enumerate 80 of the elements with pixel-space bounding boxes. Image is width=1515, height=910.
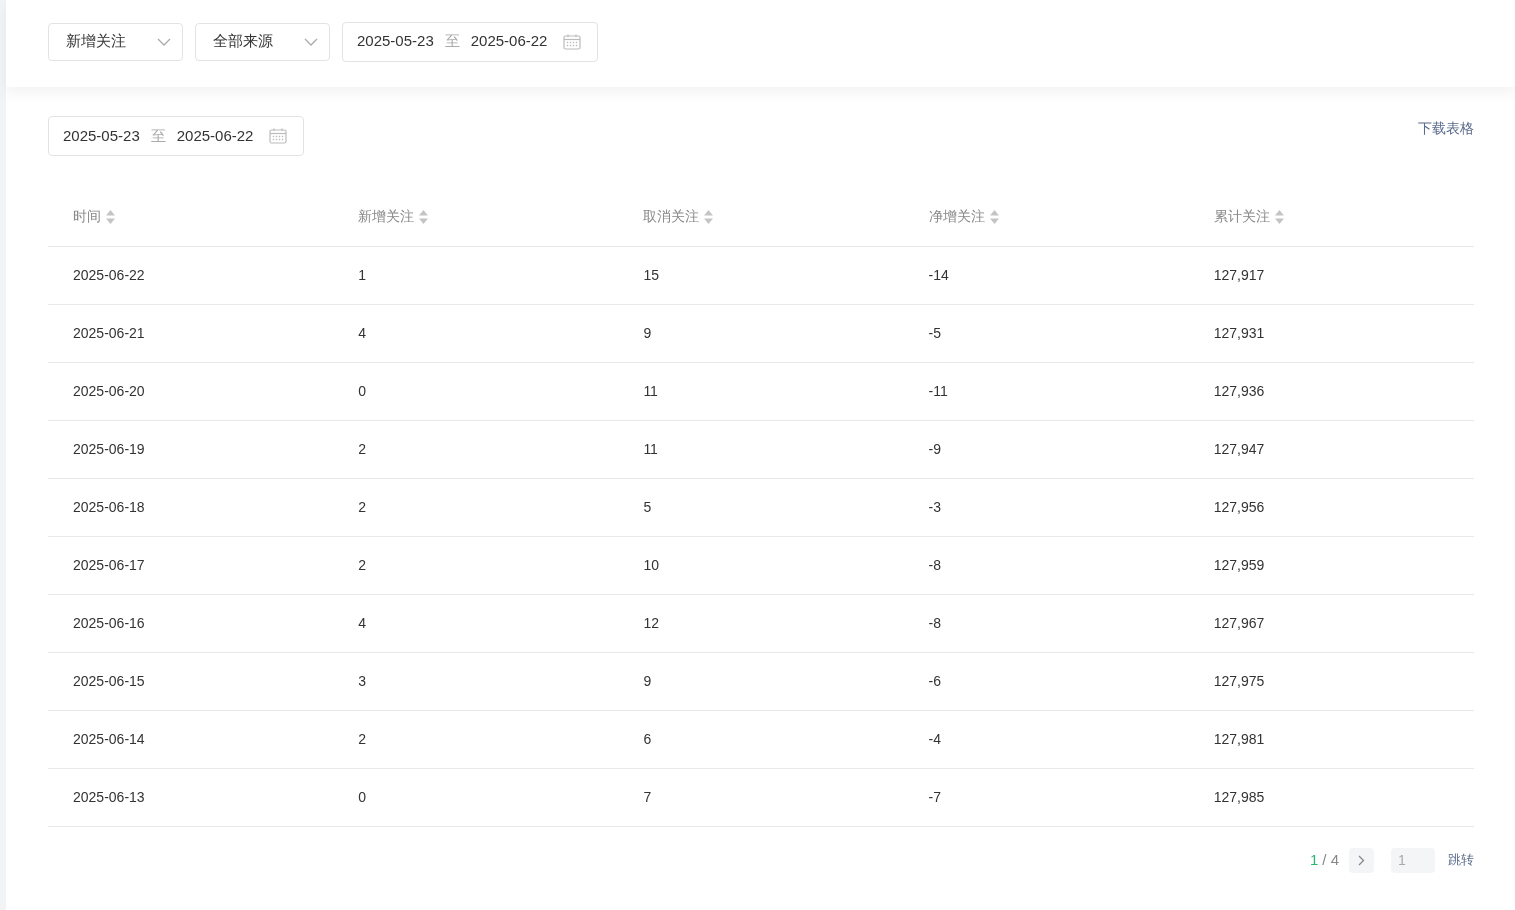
table-cell: 2025-06-21 xyxy=(73,324,145,341)
chevron-down-icon xyxy=(304,37,318,46)
table-cell: 4 xyxy=(358,614,366,631)
table-cell: 127,936 xyxy=(1213,382,1265,399)
column-header[interactable]: 新增关注 xyxy=(358,206,415,228)
table-cell: 127,985 xyxy=(1213,788,1265,805)
table-cell: 127,917 xyxy=(1213,266,1265,283)
table-cell: 2025-06-20 xyxy=(73,382,145,399)
sort-icon xyxy=(988,208,1000,225)
table-cell: -6 xyxy=(928,672,941,689)
table-cell: 127,947 xyxy=(1213,440,1265,457)
table-cell: -9 xyxy=(928,440,941,457)
table-cell: 127,931 xyxy=(1213,324,1265,341)
end-date: 2025-06-22 xyxy=(470,31,548,52)
table-cell: -8 xyxy=(928,556,941,573)
table-cell: 11 xyxy=(643,382,658,399)
page-total: / 4 xyxy=(1322,849,1339,870)
table-cell: 12 xyxy=(643,614,659,631)
start-date: 2025-05-23 xyxy=(63,125,140,146)
end-date: 2025-06-22 xyxy=(176,125,254,146)
table-cell: 4 xyxy=(358,324,366,341)
table-cell: -4 xyxy=(928,730,941,747)
table-cell: 2025-06-14 xyxy=(73,730,145,747)
table-cell: 5 xyxy=(643,498,652,515)
sort-icon xyxy=(418,208,430,225)
sort-icon xyxy=(1273,208,1285,225)
table-cell: -8 xyxy=(928,614,941,631)
range-separator: 至 xyxy=(150,125,166,146)
sort-icon xyxy=(703,208,715,225)
table-cell: 3 xyxy=(358,672,366,689)
column-header[interactable]: 取消关注 xyxy=(643,206,700,228)
table-cell: 2025-06-19 xyxy=(73,440,145,457)
table-cell: 2 xyxy=(358,440,366,457)
jump-button[interactable]: 跳转 xyxy=(1448,850,1474,870)
column-header[interactable]: 净增关注 xyxy=(928,206,985,228)
table-cell: 2 xyxy=(358,498,366,515)
start-date: 2025-05-23 xyxy=(357,31,434,52)
table-cell: -3 xyxy=(928,498,941,515)
table-cell: 2025-06-17 xyxy=(73,556,145,573)
table-cell: -7 xyxy=(928,788,941,805)
table-cell: 2025-06-22 xyxy=(73,266,145,283)
download-link[interactable]: 下载表格 xyxy=(1418,118,1474,139)
table-cell: 2025-06-15 xyxy=(73,672,145,689)
dropdown-select[interactable]: 全部来源 xyxy=(195,22,330,61)
table-cell: 127,956 xyxy=(1213,498,1265,515)
current-page: 1 xyxy=(1309,849,1319,870)
table-cell: 127,959 xyxy=(1213,556,1265,573)
table-cell: 127,975 xyxy=(1213,672,1265,689)
column-header[interactable]: 时间 xyxy=(73,206,101,228)
table-cell: 2 xyxy=(358,556,366,573)
table-cell: 127,967 xyxy=(1213,614,1265,631)
table-cell: 6 xyxy=(643,730,652,747)
table-cell: 15 xyxy=(643,266,659,283)
chevron-right-icon xyxy=(1358,854,1365,866)
calendar-icon xyxy=(269,128,288,144)
sort-icon xyxy=(105,208,116,225)
table-cell: 11 xyxy=(643,440,658,457)
table-cell: 0 xyxy=(358,382,366,399)
table-cell: -5 xyxy=(928,324,941,341)
table-cell: 9 xyxy=(643,324,652,341)
table-cell: 7 xyxy=(643,788,652,805)
dropdown-select[interactable]: 新增关注 xyxy=(48,22,183,61)
table-cell: -11 xyxy=(928,382,948,399)
range-separator: 至 xyxy=(444,31,460,52)
chevron-down-icon xyxy=(157,37,171,46)
table-cell: 9 xyxy=(643,672,652,689)
next-page-button[interactable] xyxy=(1349,847,1374,873)
table-cell: 0 xyxy=(358,788,366,805)
table-cell: 1 xyxy=(358,266,366,283)
date-range-field[interactable]: 2025-05-23 至 2025-06-22 xyxy=(48,116,305,156)
table-cell: 2 xyxy=(358,730,366,747)
table-cell: 127,981 xyxy=(1213,730,1265,747)
column-header[interactable]: 累计关注 xyxy=(1213,206,1270,228)
table-cell: 2025-06-16 xyxy=(73,614,145,631)
table-cell: 2025-06-18 xyxy=(73,498,145,515)
table-cell: 10 xyxy=(643,556,659,573)
table-cell: -14 xyxy=(928,266,949,283)
date-range-field[interactable]: 2025-05-23 至 2025-06-22 xyxy=(342,21,599,62)
calendar-icon xyxy=(563,33,582,50)
table-cell: 2025-06-13 xyxy=(73,788,145,805)
